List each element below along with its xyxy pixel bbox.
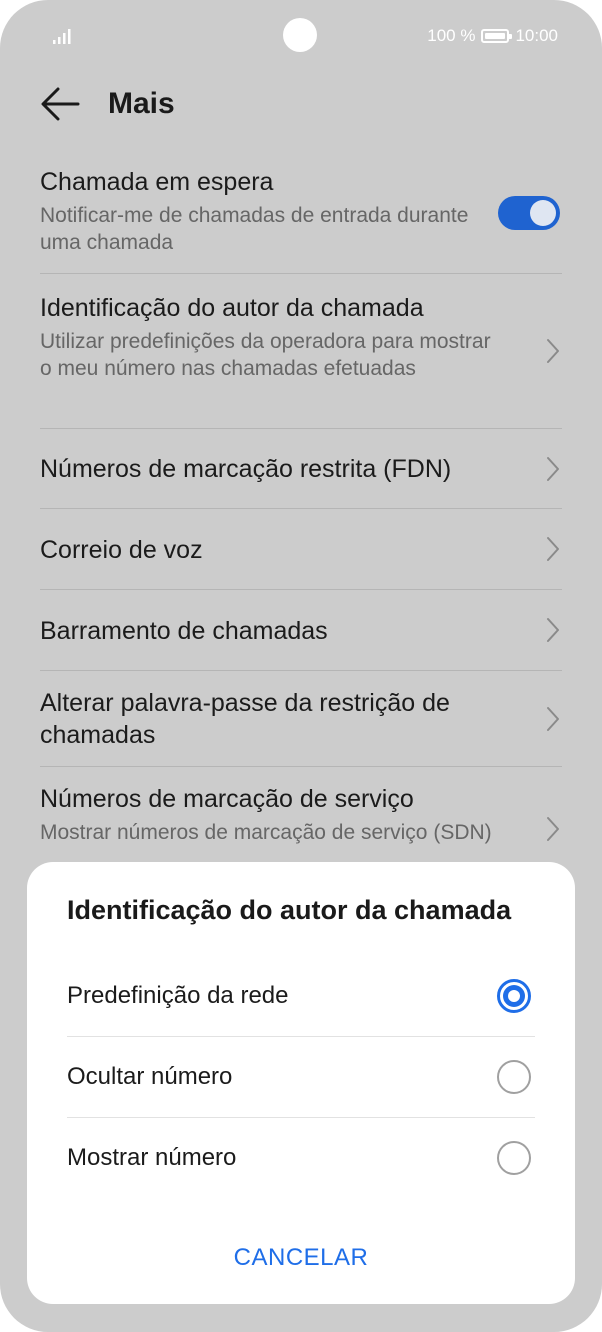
option-label: Ocultar número xyxy=(67,1063,233,1090)
settings-list: Chamada em espera Notificar-me de chamad… xyxy=(40,150,562,891)
setting-subtitle: Utilizar predefinições da operadora para… xyxy=(40,330,491,380)
page-title: Mais xyxy=(108,87,175,120)
setting-call-barring[interactable]: Barramento de chamadas xyxy=(40,590,562,671)
toggle-knob xyxy=(530,200,556,226)
setting-fdn[interactable]: Números de marcação restrita (FDN) xyxy=(40,429,562,509)
option-label: Mostrar número xyxy=(67,1144,237,1171)
chevron-right-icon xyxy=(547,618,559,642)
back-arrow-icon xyxy=(41,87,80,121)
setting-title: Identificação do autor da chamada xyxy=(40,294,424,322)
battery-percentage: 100 % xyxy=(427,26,476,45)
radio-unselected-icon[interactable] xyxy=(497,1141,531,1175)
setting-subtitle: Notificar-me de chamadas de entrada dura… xyxy=(40,204,469,254)
setting-subtitle: Mostrar números de marcação de serviço (… xyxy=(40,821,492,844)
signal-icon xyxy=(53,29,71,44)
radio-selected-icon[interactable] xyxy=(497,979,531,1013)
setting-voicemail[interactable]: Correio de voz xyxy=(40,509,562,590)
clock: 10:00 xyxy=(515,26,558,45)
option-hide-number[interactable]: Ocultar número xyxy=(67,1037,535,1118)
setting-call-waiting[interactable]: Chamada em espera Notificar-me de chamad… xyxy=(40,150,562,274)
chevron-right-icon xyxy=(547,456,559,481)
battery-icon xyxy=(481,29,513,43)
option-show-number[interactable]: Mostrar número xyxy=(67,1118,535,1199)
option-network-default[interactable]: Predefinição da rede xyxy=(67,956,535,1037)
chevron-right-icon xyxy=(547,339,559,363)
call-waiting-toggle[interactable] xyxy=(498,196,560,230)
back-button[interactable] xyxy=(38,82,82,126)
setting-title: Correio de voz xyxy=(40,536,203,564)
setting-title: Barramento de chamadas xyxy=(40,617,328,645)
status-right: 100 % 10:00 xyxy=(427,26,558,46)
chevron-right-icon xyxy=(547,537,559,561)
front-camera xyxy=(283,18,317,52)
status-bar: 100 % 10:00 xyxy=(0,0,602,72)
dialog-title: Identificação do autor da chamada xyxy=(67,895,512,925)
setting-title: Números de marcação de serviço xyxy=(40,785,414,813)
option-label: Predefinição da rede xyxy=(67,982,289,1009)
setting-title: Números de marcação restrita (FDN) xyxy=(40,455,452,483)
setting-caller-id[interactable]: Identificação do autor da chamada Utiliz… xyxy=(40,274,562,429)
chevron-right-icon xyxy=(547,817,559,841)
setting-title: Chamada em espera xyxy=(40,168,274,196)
chevron-right-icon xyxy=(547,706,559,731)
cancel-button[interactable]: CANCELAR xyxy=(201,1234,401,1282)
radio-unselected-icon[interactable] xyxy=(497,1060,531,1094)
setting-title: Alterar palavra-passe da restrição de ch… xyxy=(40,689,450,749)
setting-barring-password[interactable]: Alterar palavra-passe da restrição de ch… xyxy=(40,671,562,767)
caller-id-dialog: Identificação do autor da chamada Predef… xyxy=(27,862,575,1304)
phone-screen: 100 % 10:00 Mais Chamada em espera Notif… xyxy=(0,0,602,1332)
